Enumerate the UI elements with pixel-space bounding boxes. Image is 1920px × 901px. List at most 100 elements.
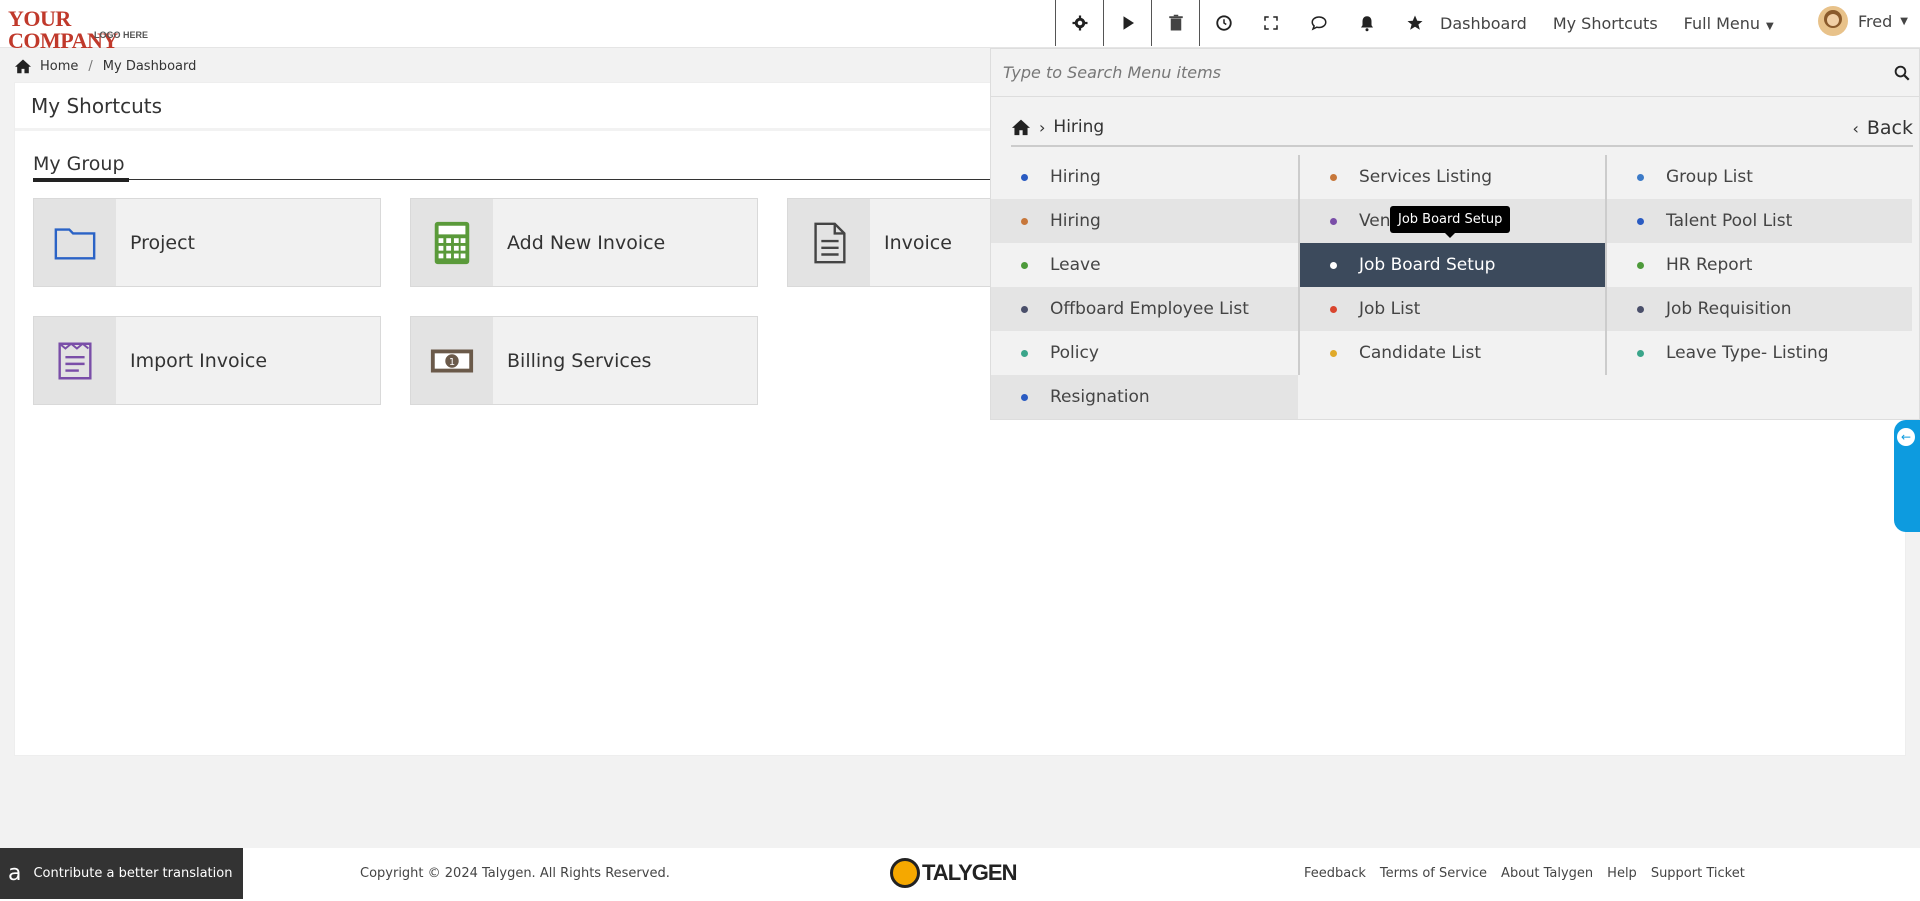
bell-icon xyxy=(1361,16,1373,32)
user-name: Fred xyxy=(1858,11,1893,31)
translation-label: Contribute a better translation xyxy=(33,866,233,881)
menu-item-label: Resignation xyxy=(1050,387,1150,407)
back-button[interactable]: ‹ Back xyxy=(1852,117,1913,139)
shortcut-import-invoice[interactable]: Import Invoice xyxy=(33,316,381,405)
bullet-icon xyxy=(1637,349,1644,357)
footer: a Contribute a better translation Copyri… xyxy=(0,848,1920,901)
menu-item-label: Leave xyxy=(1050,255,1101,275)
side-panel-toggle[interactable]: ← xyxy=(1894,420,1920,532)
tile-icon-box xyxy=(788,199,870,286)
settings-button[interactable] xyxy=(1055,0,1103,46)
footer-link-feedback[interactable]: Feedback xyxy=(1304,866,1366,881)
trash-icon xyxy=(1168,14,1183,31)
menu-item-label: Policy xyxy=(1050,343,1099,363)
menu-item-policy[interactable]: Policy xyxy=(991,331,1298,375)
footer-link-support[interactable]: Support Ticket xyxy=(1651,866,1745,881)
tile-label: Project xyxy=(130,231,196,254)
caret-down-icon: ▼ xyxy=(1766,20,1774,32)
tile-icon-box xyxy=(34,199,116,286)
menu-item-label: Talent Pool List xyxy=(1666,211,1793,231)
tile-icon-box: 1 xyxy=(411,317,493,404)
menu-item-talent-pool-list[interactable]: Talent Pool List xyxy=(1607,199,1912,243)
footer-link-about[interactable]: About Talygen xyxy=(1501,866,1593,881)
translation-button[interactable]: a Contribute a better translation xyxy=(0,848,243,899)
home-icon xyxy=(15,59,31,74)
breadcrumb: Home / My Dashboard xyxy=(14,58,196,74)
chat-icon xyxy=(1311,16,1327,31)
shortcut-project[interactable]: Project xyxy=(33,198,381,287)
play-button[interactable] xyxy=(1103,0,1151,46)
shortcut-billing-services[interactable]: 1 Billing Services xyxy=(410,316,758,405)
translate-icon: a xyxy=(8,861,22,886)
menu-item-job-list[interactable]: Job List xyxy=(1300,287,1605,331)
bullet-icon xyxy=(1021,349,1028,357)
menu-item-label: Group List xyxy=(1666,167,1753,187)
talygen-logo-mark xyxy=(890,858,920,888)
footer-link-help[interactable]: Help xyxy=(1607,866,1637,881)
tile-label: Billing Services xyxy=(507,349,652,372)
bullet-icon xyxy=(1021,393,1028,401)
star-icon xyxy=(1407,15,1423,30)
menu-item-leave-type-listing[interactable]: Leave Type- Listing xyxy=(1607,331,1912,375)
menu-item-label: Services Listing xyxy=(1359,167,1493,187)
favorites-button[interactable] xyxy=(1391,0,1439,46)
tile-label: Import Invoice xyxy=(130,349,268,372)
footer-links: Feedback Terms of Service About Talygen … xyxy=(1304,866,1759,881)
menu-column-1: Hiring Hiring Leave Offboard Employee Li… xyxy=(991,155,1298,419)
menu-item-group-list[interactable]: Group List xyxy=(1607,155,1912,199)
menu-item-label: Job Board Setup xyxy=(1359,255,1496,275)
tile-icon-box xyxy=(34,317,116,404)
menu-item-job-board-setup[interactable]: Job Board Setup xyxy=(1300,243,1605,287)
bullet-icon xyxy=(1637,173,1644,181)
fullscreen-button[interactable] xyxy=(1247,0,1295,46)
search-icon[interactable] xyxy=(1893,64,1911,82)
menu-item-label: Hiring xyxy=(1050,211,1101,231)
bullet-icon xyxy=(1021,217,1028,225)
menu-item-job-requisition[interactable]: Job Requisition xyxy=(1607,287,1912,331)
avatar xyxy=(1818,6,1848,36)
logo-subtext: LOGO HERE xyxy=(94,30,149,40)
nav-my-shortcuts[interactable]: My Shortcuts xyxy=(1553,14,1658,33)
shortcut-add-new-invoice[interactable]: Add New Invoice xyxy=(410,198,758,287)
menu-item-hr-report[interactable]: HR Report xyxy=(1607,243,1912,287)
menu-column-3: Group List Talent Pool List HR Report Jo… xyxy=(1605,155,1912,375)
footer-link-terms[interactable]: Terms of Service xyxy=(1380,866,1487,881)
bullet-icon xyxy=(1021,173,1028,181)
menu-item-candidate-list[interactable]: Candidate List xyxy=(1300,331,1605,375)
menu-item-resignation[interactable]: Resignation xyxy=(991,375,1298,419)
chat-button[interactable] xyxy=(1295,0,1343,46)
toolbar-icons xyxy=(1055,0,1439,48)
home-icon[interactable] xyxy=(1011,118,1031,136)
menu-item-label: Candidate List xyxy=(1359,343,1482,363)
company-logo[interactable]: YOUR COMPANY LOGO HERE xyxy=(8,8,149,52)
chevron-right-icon: › xyxy=(1039,117,1046,137)
menu-item-services-listing[interactable]: Services Listing xyxy=(1300,155,1605,199)
menu-item-offboard-employee-list[interactable]: Offboard Employee List xyxy=(991,287,1298,331)
trash-button[interactable] xyxy=(1151,0,1199,46)
notifications-button[interactable] xyxy=(1343,0,1391,46)
gear-icon xyxy=(1072,15,1087,31)
calculator-icon xyxy=(434,221,470,264)
nav-dashboard[interactable]: Dashboard xyxy=(1440,14,1527,33)
nav-full-menu[interactable]: Full Menu ▼ xyxy=(1684,14,1774,33)
menu-item-label: HR Report xyxy=(1666,255,1753,275)
breadcrumb-home[interactable]: Home xyxy=(40,59,78,74)
user-menu[interactable]: Fred ▼ xyxy=(1818,6,1908,36)
bullet-icon xyxy=(1330,217,1337,225)
folder-icon xyxy=(54,227,96,260)
bullet-icon xyxy=(1021,305,1028,313)
bullet-icon xyxy=(1330,261,1337,269)
menu-search-input[interactable] xyxy=(1003,63,1863,82)
menu-column-2: Services Listing Vendor Job Board Setup … xyxy=(1298,155,1605,375)
menu-item-hiring[interactable]: Hiring xyxy=(991,155,1298,199)
menu-item-leave[interactable]: Leave xyxy=(991,243,1298,287)
menu-tooltip: Job Board Setup xyxy=(1390,206,1511,238)
menu-breadcrumb: › Hiring ‹ Back xyxy=(1011,109,1913,147)
timer-button[interactable] xyxy=(1199,0,1247,46)
menu-item-hiring-2[interactable]: Hiring xyxy=(991,199,1298,243)
chevron-left-icon: ‹ xyxy=(1852,118,1859,138)
talygen-logo: TALYGEN xyxy=(890,858,1017,888)
copyright-text: Copyright © 2024 Talygen. All Rights Res… xyxy=(360,866,670,881)
shortcut-invoice[interactable]: Invoice xyxy=(787,198,1005,287)
svg-text:1: 1 xyxy=(449,356,455,367)
